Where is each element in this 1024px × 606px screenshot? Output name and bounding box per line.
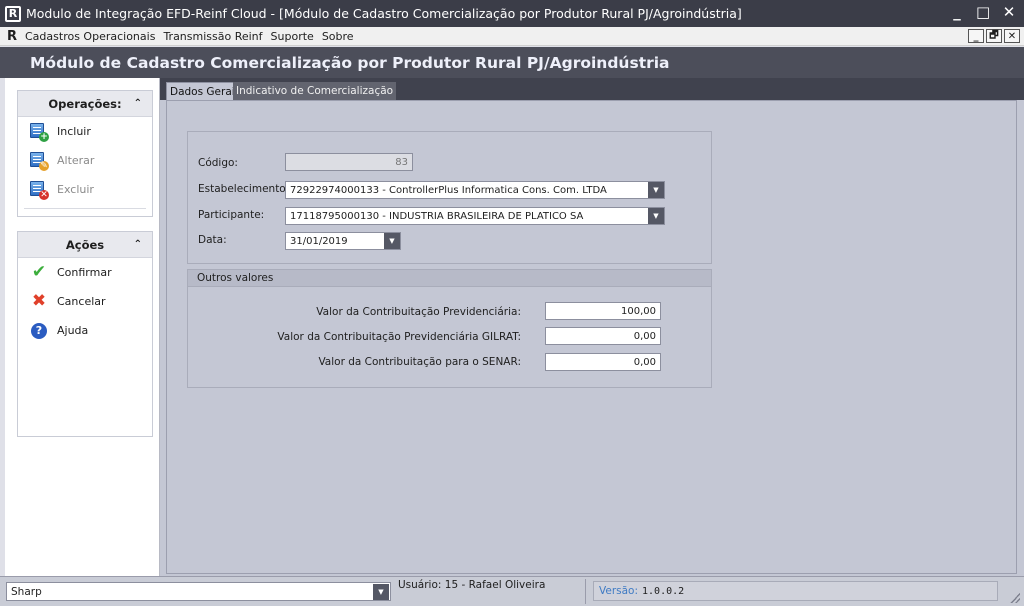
estabelecimento-select[interactable]: 72922974000133 - ControllerPlus Informat… (285, 181, 665, 199)
delete-document-icon: ✕ (29, 180, 49, 200)
outros-valores-group: Outros valores Valor da Contribuitação P… (187, 269, 712, 388)
chevron-down-icon[interactable]: ▼ (648, 208, 664, 224)
mdi-restore-button[interactable]: 🗗 (986, 29, 1002, 43)
chevron-down-icon[interactable]: ▼ (384, 233, 400, 249)
participante-select[interactable]: 17118795000130 - INDUSTRIA BRASILEIRA DE… (285, 207, 665, 225)
cancelar-button[interactable]: ✖ Cancelar (18, 287, 152, 316)
excluir-label: Excluir (57, 183, 94, 196)
menu-bar: R Cadastros Operacionais Transmissão Rei… (0, 27, 1024, 46)
tab-page-dados-gerais: Código: 83 Estabelecimento: 729229740001… (166, 100, 1017, 574)
menu-cadastros-operacionais[interactable]: Cadastros Operacionais (21, 30, 159, 43)
minimize-button[interactable]: _ (950, 3, 964, 21)
operacoes-panel: Operações: ⌃ + Incluir ✎ Alterar ✕ Exclu… (17, 90, 153, 217)
confirmar-button[interactable]: ✔ Confirmar (18, 258, 152, 287)
version-label: Versão: (599, 585, 639, 597)
status-bar: Sharp ▼ Usuário: 15 - Rafael Oliveira Ve… (0, 576, 1024, 606)
module-title: Módulo de Cadastro Comercialização por P… (0, 47, 1024, 78)
incluir-label: Incluir (57, 125, 91, 138)
close-button[interactable]: ✕ (1002, 3, 1016, 21)
maximize-button[interactable]: □ (976, 3, 990, 21)
incluir-button[interactable]: + Incluir (18, 117, 152, 146)
estabelecimento-label: Estabelecimento: (198, 183, 290, 195)
contrib-senar-label: Valor da Contribuitação para o SENAR: (318, 356, 521, 368)
contrib-gilrat-label: Valor da Contribuitação Previdenciária G… (277, 331, 521, 343)
sidebar: Operações: ⌃ + Incluir ✎ Alterar ✕ Exclu… (5, 78, 160, 576)
resize-grip-icon[interactable] (1010, 593, 1020, 603)
dados-gerais-group: Código: 83 Estabelecimento: 729229740001… (187, 131, 712, 264)
acoes-panel-header[interactable]: Ações ⌃ (18, 232, 152, 258)
alterar-label: Alterar (57, 154, 95, 167)
contrib-gilrat-input[interactable]: 0,00 (545, 327, 661, 345)
menu-transmissao-reinf[interactable]: Transmissão Reinf (159, 30, 266, 43)
data-date-picker[interactable]: 31/01/2019 ▼ (285, 232, 401, 250)
divider (24, 208, 146, 209)
edit-document-icon: ✎ (29, 151, 49, 171)
cancelar-label: Cancelar (57, 295, 106, 308)
menu-logo-icon: R (7, 28, 18, 44)
app-logo-icon: R (5, 5, 21, 22)
chevron-down-icon[interactable]: ▼ (648, 182, 664, 198)
participante-value: 17118795000130 - INDUSTRIA BRASILEIRA DE… (290, 210, 584, 222)
chevron-down-icon[interactable]: ▼ (373, 584, 389, 600)
operacoes-title: Operações: (48, 96, 122, 111)
estabelecimento-value: 72922974000133 - ControllerPlus Informat… (290, 184, 607, 196)
data-value: 31/01/2019 (290, 235, 348, 247)
acoes-title: Ações (65, 237, 105, 252)
status-user: Usuário: 15 - Rafael Oliveira (396, 579, 586, 604)
mdi-minimize-button[interactable]: _ (968, 29, 984, 43)
add-document-icon: + (29, 122, 49, 142)
checkmark-icon: ✔ (31, 262, 47, 282)
menu-sobre[interactable]: Sobre (318, 30, 358, 43)
tab-indicativo-comercializacao[interactable]: Indicativo de Comercialização (233, 82, 397, 100)
acoes-panel: Ações ⌃ ✔ Confirmar ✖ Cancelar ? Ajuda (17, 231, 153, 437)
tab-strip: Dados Gerais Indicativo de Comercializaç… (160, 78, 1024, 100)
main-content: Dados Gerais Indicativo de Comercializaç… (160, 78, 1024, 576)
theme-value: Sharp (11, 585, 42, 598)
codigo-field: 83 (285, 153, 413, 171)
participante-label: Participante: (198, 209, 265, 221)
outros-valores-title: Outros valores (188, 270, 711, 287)
collapse-chevron-icon[interactable]: ⌃ (134, 239, 142, 250)
mdi-close-button[interactable]: ✕ (1004, 29, 1020, 43)
contrib-previdenciaria-input[interactable]: 100,00 (545, 302, 661, 320)
codigo-label: Código: (198, 157, 238, 169)
version-value: 1.0.0.2 (642, 585, 685, 597)
ajuda-button[interactable]: ? Ajuda (18, 316, 152, 345)
mdi-controls: _ 🗗 ✕ (968, 29, 1020, 43)
contrib-senar-input[interactable]: 0,00 (545, 353, 661, 371)
collapse-chevron-icon[interactable]: ⌃ (134, 98, 142, 109)
status-version: Versão: 1.0.0.2 (593, 581, 998, 601)
confirmar-label: Confirmar (57, 266, 112, 279)
menu-suporte[interactable]: Suporte (267, 30, 318, 43)
contrib-previdenciaria-label: Valor da Contribuitação Previdenciária: (316, 306, 521, 318)
ajuda-label: Ajuda (57, 324, 89, 337)
help-shield-icon: ? (31, 322, 47, 339)
theme-select[interactable]: Sharp ▼ (6, 582, 391, 601)
window-title: Modulo de Integração EFD-Reinf Cloud - [… (26, 6, 742, 21)
cross-icon: ✖ (31, 291, 47, 311)
alterar-button[interactable]: ✎ Alterar (18, 146, 152, 175)
excluir-button[interactable]: ✕ Excluir (18, 175, 152, 204)
operacoes-panel-header[interactable]: Operações: ⌃ (18, 91, 152, 117)
data-label: Data: (198, 234, 227, 246)
window-controls: _ □ ✕ (950, 3, 1016, 21)
title-bar: R Modulo de Integração EFD-Reinf Cloud -… (0, 0, 1024, 27)
